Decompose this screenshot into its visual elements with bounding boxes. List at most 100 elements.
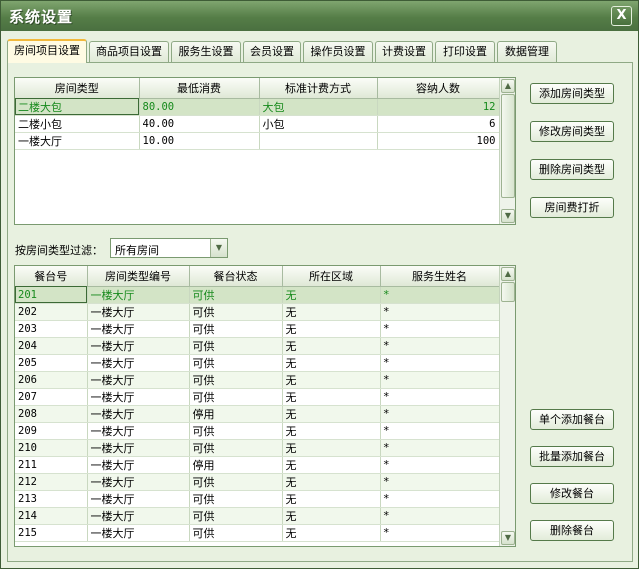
table-row[interactable]: 206 一楼大厅 可供无 *: [15, 371, 500, 389]
room-items-panel: 房间类型 最低消费 标准计费方式 容纳人数 二楼大包 80.00 大包 12 二…: [7, 62, 633, 562]
filter-value: 所有房间: [115, 244, 159, 257]
room-type-cell: 二楼小包: [15, 115, 140, 133]
room-type-code-cell: 一楼大厅: [87, 507, 190, 525]
col-room-type-code[interactable]: 房间类型编号: [87, 266, 190, 287]
col-capacity[interactable]: 容纳人数: [377, 78, 500, 99]
tab-strip: 房间项目设置 商品项目设置 服务生设置 会员设置 操作员设置 计费设置 打印设置…: [7, 39, 627, 63]
scroll-thumb[interactable]: [501, 282, 515, 302]
waiter-name-cell: *: [380, 303, 500, 321]
settings-window: 系统设置 X 房间项目设置 商品项目设置 服务生设置 会员设置 操作员设置 计费…: [0, 0, 639, 569]
room-discount-button[interactable]: 房间费打折: [530, 197, 614, 218]
col-billing-method[interactable]: 标准计费方式: [259, 78, 378, 99]
room-type-cell: 二楼大包: [15, 98, 140, 116]
table-row[interactable]: 205 一楼大厅 可供无 *: [15, 354, 500, 372]
col-room-type[interactable]: 房间类型: [15, 78, 140, 99]
dining-table-grid[interactable]: 餐台号 房间类型编号 餐台状态 所在区域 服务生姓名 201 一楼大厅 可供无 * 20…: [14, 265, 516, 547]
table-row[interactable]: 204 一楼大厅 可供无 *: [15, 337, 500, 355]
table-row[interactable]: 213 一楼大厅 可供无 *: [15, 490, 500, 508]
add-room-type-button[interactable]: 添加房间类型: [530, 83, 614, 104]
tab-members[interactable]: 会员设置: [243, 41, 301, 63]
batch-add-tables-button[interactable]: 批量添加餐台: [530, 446, 614, 467]
table-row[interactable]: 210 一楼大厅 可供无 *: [15, 439, 500, 457]
table-number-cell: 214: [15, 507, 88, 525]
table-row[interactable]: 二楼大包 80.00 大包 12: [15, 98, 500, 116]
table-row[interactable]: 一楼大厅 10.00 100: [15, 132, 500, 150]
table-status-cell: 可供: [189, 473, 283, 491]
table-number-cell: 212: [15, 473, 88, 491]
col-table-status[interactable]: 餐台状态: [189, 266, 283, 287]
tab-billing[interactable]: 计费设置: [375, 41, 433, 63]
table-row[interactable]: 211 一楼大厅 停用无 *: [15, 456, 500, 474]
waiter-name-cell: *: [380, 286, 500, 304]
title-bar[interactable]: 系统设置 X: [1, 1, 638, 31]
waiter-name-cell: *: [380, 524, 500, 542]
tab-operators[interactable]: 操作员设置: [303, 41, 373, 63]
room-type-code-cell: 一楼大厅: [87, 405, 190, 423]
waiter-name-cell: *: [380, 371, 500, 389]
table-status-cell: 可供: [189, 422, 283, 440]
col-min-spend[interactable]: 最低消费: [139, 78, 260, 99]
tab-data-management[interactable]: 数据管理: [497, 41, 557, 63]
area-cell: 无: [282, 354, 381, 372]
room-grid-scrollbar[interactable]: ▲ ▼: [499, 78, 515, 224]
area-cell: 无: [282, 422, 381, 440]
scroll-down-icon[interactable]: ▼: [501, 531, 515, 545]
table-row[interactable]: 二楼小包 40.00 小包 6: [15, 115, 500, 133]
table-row[interactable]: 209 一楼大厅 可供无 *: [15, 422, 500, 440]
delete-table-button[interactable]: 删除餐台: [530, 520, 614, 541]
tab-room-items[interactable]: 房间项目设置: [7, 39, 87, 63]
table-number-cell: 202: [15, 303, 88, 321]
table-number-cell: 207: [15, 388, 88, 406]
room-type-code-cell: 一楼大厅: [87, 303, 190, 321]
close-button[interactable]: X: [611, 6, 632, 26]
table-row[interactable]: 203 一楼大厅 可供无 *: [15, 320, 500, 338]
table-row[interactable]: 215 一楼大厅 可供无 *: [15, 524, 500, 542]
room-type-code-cell: 一楼大厅: [87, 439, 190, 457]
delete-room-type-button[interactable]: 删除房间类型: [530, 159, 614, 180]
billing-method-cell: [259, 132, 378, 150]
window-title: 系统设置: [9, 8, 74, 26]
scroll-up-icon[interactable]: ▲: [501, 267, 515, 281]
table-number-cell: 203: [15, 320, 88, 338]
table-row[interactable]: 201 一楼大厅 可供无 *: [15, 286, 500, 304]
tab-waiters[interactable]: 服务生设置: [171, 41, 241, 63]
chevron-down-icon[interactable]: ▼: [210, 239, 227, 257]
room-type-grid[interactable]: 房间类型 最低消费 标准计费方式 容纳人数 二楼大包 80.00 大包 12 二…: [14, 77, 516, 225]
filter-label: 按房间类型过滤：: [15, 244, 103, 257]
col-area[interactable]: 所在区域: [282, 266, 381, 287]
table-row[interactable]: 212 一楼大厅 可供无 *: [15, 473, 500, 491]
tab-printing[interactable]: 打印设置: [435, 41, 495, 63]
scroll-thumb[interactable]: [501, 94, 515, 198]
table-number-cell: 209: [15, 422, 88, 440]
edit-table-button[interactable]: 修改餐台: [530, 483, 614, 504]
waiter-name-cell: *: [380, 507, 500, 525]
waiter-name-cell: *: [380, 320, 500, 338]
edit-room-type-button[interactable]: 修改房间类型: [530, 121, 614, 142]
table-status-cell: 可供: [189, 490, 283, 508]
table-row[interactable]: 208 一楼大厅 停用无 *: [15, 405, 500, 423]
waiter-name-cell: *: [380, 422, 500, 440]
scroll-down-icon[interactable]: ▼: [501, 209, 515, 223]
room-type-filter-select[interactable]: 所有房间 ▼: [110, 238, 228, 258]
table-number-cell: 211: [15, 456, 88, 474]
table-row[interactable]: 207 一楼大厅 可供无 *: [15, 388, 500, 406]
add-single-table-button[interactable]: 单个添加餐台: [530, 409, 614, 430]
col-table-number[interactable]: 餐台号: [15, 266, 88, 287]
tab-product-items[interactable]: 商品项目设置: [89, 41, 169, 63]
table-status-cell: 可供: [189, 337, 283, 355]
table-grid-scrollbar[interactable]: ▲ ▼: [499, 266, 515, 546]
col-waiter-name[interactable]: 服务生姓名: [380, 266, 500, 287]
table-row[interactable]: 214 一楼大厅 可供无 *: [15, 507, 500, 525]
room-type-code-cell: 一楼大厅: [87, 337, 190, 355]
area-cell: 无: [282, 456, 381, 474]
room-type-code-cell: 一楼大厅: [87, 473, 190, 491]
waiter-name-cell: *: [380, 439, 500, 457]
table-row[interactable]: 202 一楼大厅 可供无 *: [15, 303, 500, 321]
table-status-cell: 停用: [189, 405, 283, 423]
area-cell: 无: [282, 371, 381, 389]
capacity-cell: 12: [377, 98, 500, 116]
table-number-cell: 208: [15, 405, 88, 423]
table-status-cell: 可供: [189, 507, 283, 525]
scroll-up-icon[interactable]: ▲: [501, 79, 515, 93]
area-cell: 无: [282, 439, 381, 457]
